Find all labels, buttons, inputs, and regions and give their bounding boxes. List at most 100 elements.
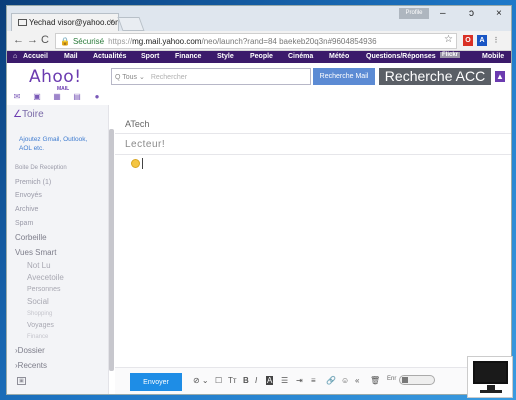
italic-icon[interactable]: I	[255, 376, 257, 385]
smart-view-starred[interactable]: Avecetoile	[27, 273, 64, 282]
nav-flickr[interactable]: Flickr	[440, 52, 461, 58]
attach-icon[interactable]: ⊘ ⌄	[193, 376, 209, 385]
yahoo-mail-logo[interactable]: Ahoo!	[29, 67, 82, 87]
rich-text-toggle[interactable]	[399, 375, 435, 385]
browser-window: Yechad visor@yahoo.com × Profile – ɔ × ←…	[6, 5, 512, 395]
tab-title: Yechad visor@yahoo.com	[29, 18, 119, 27]
save-draft-label[interactable]: Enr	[387, 376, 396, 382]
monitor-icon	[467, 356, 513, 398]
contacts-icon[interactable]: ▣	[33, 93, 41, 101]
text-caret	[142, 158, 143, 169]
nav-finance[interactable]: Finance	[175, 53, 201, 60]
mail-search-input[interactable]: Q Tous ⌄ Rechercher	[111, 68, 311, 85]
smart-view-finance[interactable]: Finance	[27, 334, 48, 340]
search-web-button[interactable]: Recherche ACC	[379, 68, 491, 85]
folder-spam[interactable]: Spam	[15, 220, 33, 227]
nav-questions[interactable]: Questions/Réponses	[366, 53, 436, 60]
smart-view-people[interactable]: Personnes	[27, 286, 60, 293]
nav-actualites[interactable]: Actualités	[93, 53, 126, 60]
add-accounts-link[interactable]: Ajoutez Gmail, Outlook, AOL etc.	[19, 135, 99, 153]
yahoo-header: Ahoo! MAIL ✉ ▣ ▦ ▤ ● Q Tous ⌄ Rechercher…	[7, 63, 511, 105]
browser-tab[interactable]: Yechad visor@yahoo.com ×	[11, 13, 119, 31]
forward-button[interactable]: →	[27, 34, 38, 46]
calendar-icon[interactable]: ▦	[53, 93, 61, 101]
extension-a-icon[interactable]: A	[477, 35, 487, 46]
trash-icon[interactable]: 🗑	[370, 376, 380, 385]
bookmark-star-icon[interactable]: ☆	[444, 34, 453, 45]
send-button[interactable]: Envoyer	[130, 373, 182, 391]
emoji-icon[interactable]: ☺	[341, 376, 349, 385]
more-options-icon[interactable]: «	[355, 376, 359, 385]
mail-icon[interactable]: ✉	[13, 93, 21, 101]
pencil-icon: ∠	[13, 109, 22, 120]
folder-archive[interactable]: Archive	[15, 206, 38, 213]
search-scope-label[interactable]: Q Tous	[115, 74, 137, 81]
font-size-icon[interactable]: Tт	[228, 376, 237, 385]
smart-view-unread[interactable]: Not Lu	[27, 261, 51, 270]
toggle-knob	[402, 377, 408, 383]
compose-label: Toire	[21, 109, 44, 120]
align-icon[interactable]: ≡	[311, 376, 316, 385]
collapse-sidebar-icon[interactable]: ▣	[17, 377, 26, 385]
nav-cinema[interactable]: Cinéma	[288, 53, 313, 60]
compose-toolbar: Envoyer ⊘ ⌄ ☐ Tт B I A ☰ ⇥ ≡ 🔗 ☺ « 🗑 Enr	[115, 367, 511, 394]
indent-icon[interactable]: ⇥	[296, 376, 303, 385]
restore-button[interactable]: ɔ	[469, 8, 474, 19]
messenger-icon[interactable]: ●	[93, 93, 101, 101]
link-icon[interactable]: 🔗	[326, 376, 336, 385]
search-mail-button[interactable]: Recherche Mail	[313, 68, 375, 85]
folder-trash[interactable]: Corbeille	[15, 233, 47, 242]
recents-section[interactable]: ›Recents	[15, 361, 47, 370]
folders-section[interactable]: ›Dossier	[15, 346, 45, 355]
to-field[interactable]: ATech	[125, 119, 149, 129]
tab-close-icon[interactable]: ×	[109, 17, 114, 26]
folder-sent[interactable]: Envoyés	[15, 192, 42, 199]
chevron-down-icon[interactable]: ⌄	[139, 74, 145, 81]
nav-meteo[interactable]: Météo	[329, 53, 349, 60]
text-color-icon[interactable]: A	[266, 376, 274, 385]
folder-sidebar: ∠Toire Ajoutez Gmail, Outlook, AOL etc. …	[7, 105, 109, 394]
mail-favicon-icon	[18, 19, 27, 27]
smiley-icon	[131, 159, 140, 168]
divider	[115, 154, 511, 155]
secure-label: Sécurisé	[72, 37, 105, 46]
close-window-button[interactable]: ×	[496, 8, 502, 19]
smart-views-header[interactable]: Vues Smart	[15, 248, 57, 257]
compose-button[interactable]: ∠Toire	[13, 109, 44, 120]
smart-view-travel[interactable]: Voyages	[27, 322, 54, 329]
back-button[interactable]: ←	[13, 34, 24, 46]
folder-inbox[interactable]: Boite De Reception	[15, 165, 67, 171]
smart-view-shopping[interactable]: Shopping	[27, 311, 52, 317]
menu-icon[interactable]: ⋮	[491, 35, 501, 46]
bold-icon[interactable]: B	[243, 376, 249, 385]
mail-content: ∠Toire Ajoutez Gmail, Outlook, AOL etc. …	[7, 105, 511, 394]
minimize-button[interactable]: –	[440, 8, 446, 19]
divider	[115, 133, 511, 134]
subject-field[interactable]: Lecteur!	[125, 139, 165, 150]
sidebar-scrollbar[interactable]	[109, 129, 114, 371]
nav-style[interactable]: Style	[217, 53, 234, 60]
nav-mobile[interactable]: Mobile	[482, 53, 504, 60]
bullet-list-icon[interactable]: ☰	[281, 376, 288, 385]
insert-icon[interactable]: ☐	[215, 376, 222, 385]
nav-accueil[interactable]: Accueil	[23, 53, 48, 60]
folders-section-label: Dossier	[17, 346, 45, 355]
user-account-icon[interactable]: ▲	[495, 71, 505, 82]
home-icon[interactable]: ⌂	[13, 53, 17, 60]
smart-view-social[interactable]: Social	[27, 297, 49, 306]
nav-sport[interactable]: Sport	[141, 53, 159, 60]
yahoo-nav-bar: ⌂ Accueil Mail Actualités Sport Finance …	[7, 51, 511, 63]
notepad-icon[interactable]: ▤	[73, 93, 81, 101]
address-bar-row: ← → C 🔒 Sécurisé https://mg.mail.yahoo.com…	[7, 31, 511, 51]
recents-section-label: Recents	[17, 361, 48, 370]
nav-people[interactable]: People	[250, 53, 273, 60]
extension-opera-icon[interactable]: O	[463, 35, 473, 46]
url-domain: mg.mail.yahoo.com	[132, 37, 202, 46]
profile-chip[interactable]: Profile	[399, 8, 429, 19]
title-bar: Yechad visor@yahoo.com × Profile – ɔ ×	[7, 6, 511, 31]
url-input[interactable]: 🔒 Sécurisé https://mg.mail.yahoo.com/neo/l…	[55, 33, 457, 49]
nav-mail[interactable]: Mail	[64, 53, 78, 60]
new-tab-button[interactable]	[117, 17, 145, 31]
folder-premich[interactable]: Premich (1)	[15, 179, 51, 186]
reload-button[interactable]: C	[41, 34, 49, 46]
